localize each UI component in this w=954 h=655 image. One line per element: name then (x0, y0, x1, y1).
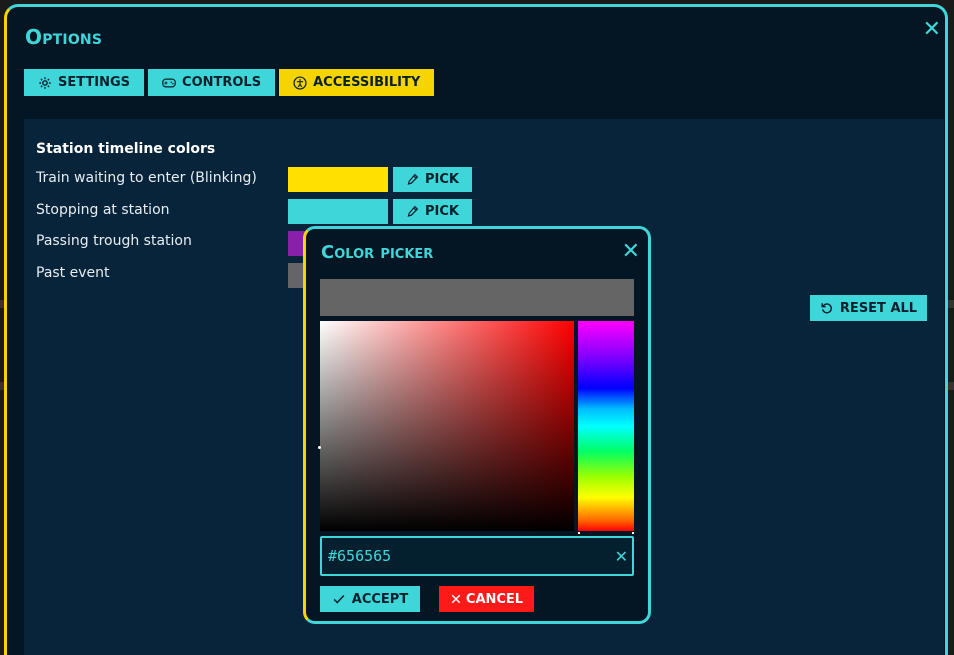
reset-icon (821, 303, 832, 314)
reset-all-label: RESET ALL (839, 300, 918, 316)
tab-controls[interactable]: Controls (148, 69, 276, 96)
hex-input-field: ✕ (320, 536, 634, 576)
gear-icon (39, 76, 51, 89)
row-label-waiting: Train waiting to enter (Blinking) (36, 170, 257, 186)
section-title: Station timeline colors (36, 141, 216, 157)
hue-handle-left[interactable] (578, 532, 580, 534)
hex-input[interactable] (328, 547, 598, 565)
hue-handle-right[interactable] (632, 532, 634, 534)
swatch-waiting (288, 167, 388, 192)
accessibility-icon (293, 75, 307, 90)
row-label-past: Past event (36, 265, 110, 281)
pick-waiting-button[interactable]: PICK (393, 167, 472, 192)
cancel-icon (451, 594, 461, 604)
check-icon (333, 594, 345, 604)
close-options-icon[interactable]: ✕ (923, 19, 941, 41)
accept-button[interactable]: ACCEPT (320, 586, 420, 612)
pick-stopping-label: PICK (425, 204, 459, 219)
tab-settings[interactable]: Settings (24, 69, 145, 96)
clear-hex-icon[interactable]: ✕ (615, 547, 628, 566)
cancel-label: CANCEL (465, 591, 524, 607)
saturation-value-area[interactable] (318, 321, 574, 531)
eyedropper-icon (407, 173, 419, 185)
pick-waiting-label: PICK (425, 172, 459, 187)
accept-label: ACCEPT (351, 591, 409, 607)
hue-slider[interactable] (578, 321, 634, 534)
cancel-button[interactable]: CANCEL (439, 586, 534, 612)
saturation-value-handle[interactable] (318, 446, 321, 449)
swatch-stopping (288, 199, 388, 224)
gamepad-icon (162, 77, 176, 88)
row-label-stopping: Stopping at station (36, 202, 170, 218)
pick-stopping-button[interactable]: PICK (393, 199, 472, 224)
tab-controls-label: Controls (182, 75, 262, 90)
tab-accessibility[interactable]: Accessibility (279, 69, 435, 96)
color-picker-dialog: Color picker ✕ ✕ ACCEPT CANCEL (303, 226, 651, 624)
row-label-passing: Passing trough station (36, 233, 192, 249)
close-picker-icon[interactable]: ✕ (622, 241, 640, 263)
color-preview (320, 279, 634, 316)
reset-all-button[interactable]: RESET ALL (810, 295, 927, 321)
tab-settings-label: Settings (58, 75, 131, 90)
window-title: Options (25, 25, 103, 49)
eyedropper-icon (407, 205, 419, 217)
tab-accessibility-label: Accessibility (313, 75, 421, 90)
color-picker-title: Color picker (321, 242, 434, 263)
options-tabs: Settings Controls Accessibility (24, 69, 435, 96)
